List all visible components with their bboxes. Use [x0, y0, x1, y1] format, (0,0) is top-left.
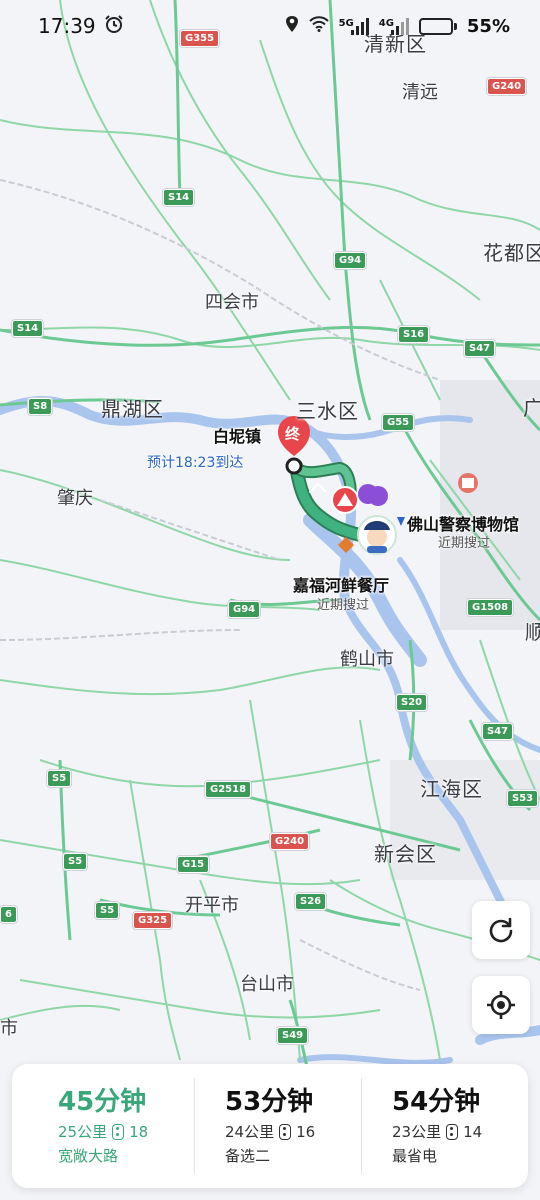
route-option-1[interactable]: 45分钟 25公里 18 宽敞大路: [12, 1078, 194, 1174]
road-shield: S16: [398, 326, 430, 343]
signal-4g: 4G: [379, 17, 409, 35]
road-shield: G15: [177, 856, 210, 873]
place-label-kaiping: 开平市: [185, 895, 239, 916]
road-shield: 6: [0, 906, 17, 923]
route-meta: 24公里 16: [225, 1122, 361, 1142]
road-shield: S47: [482, 723, 514, 740]
route-lights: 18: [129, 1123, 149, 1141]
route-tag: 最省电: [392, 1147, 438, 1165]
locate-icon: [487, 991, 515, 1019]
road-shield: S49: [277, 1027, 309, 1044]
alarm-icon: [104, 14, 124, 39]
route-options-card: 45分钟 25公里 18 宽敞大路 53分钟 24公里 16 备选二 54分钟 …: [12, 1064, 528, 1188]
route-distance: 23公里: [392, 1123, 442, 1141]
route-meta: 25公里 18: [58, 1122, 194, 1142]
road-shield: S5: [63, 853, 88, 870]
road-shield: S47: [464, 340, 496, 357]
road-shield: S14: [163, 189, 195, 206]
route-meta: 23公里 14: [392, 1122, 528, 1142]
place-label-heshan: 鹤山市: [340, 649, 394, 670]
map-roads: [0, 0, 540, 1200]
route-distance: 25公里: [58, 1123, 108, 1141]
road-shield: G2518: [205, 781, 252, 798]
road-shield: G325: [133, 912, 173, 929]
place-label-xinhui: 新会区: [374, 842, 437, 866]
wifi-icon: [308, 15, 329, 37]
signal-5g: 5G: [339, 17, 369, 35]
place-label-zhaoqing: 肇庆: [57, 488, 93, 509]
map-canvas[interactable]: 清新区 清远 花都区 四会市 鼎湖区 三水区 肇庆 鹤山市 江海区 新会区 开平…: [0, 0, 540, 1200]
poi-sub-restaurant: 近期搜过: [317, 598, 370, 613]
battery-percent: 55%: [466, 15, 510, 37]
poi-title-restaurant[interactable]: 嘉福河鲜餐厅: [293, 572, 389, 596]
location-icon: [285, 15, 299, 38]
route-lights: 14: [463, 1123, 483, 1141]
route-tag: 宽敞大路: [58, 1147, 119, 1165]
road-shield: G240: [487, 78, 527, 95]
route-distance: 24公里: [225, 1123, 275, 1141]
destination-marker-label: 终: [285, 425, 301, 443]
traffic-light-icon: [279, 1124, 292, 1140]
place-label-shi: 市: [0, 1018, 18, 1039]
road-shield: S14: [12, 320, 44, 337]
destination-eta: 预计18:23到达: [147, 455, 244, 471]
route-option-3[interactable]: 54分钟 23公里 14 最省电: [361, 1078, 528, 1174]
place-label-guang: 广: [523, 396, 540, 420]
place-label-taishan: 台山市: [240, 974, 294, 995]
road-shield: S20: [396, 694, 428, 711]
traffic-light-icon: [112, 1124, 125, 1140]
route-time: 45分钟: [58, 1087, 147, 1117]
road-shield: G55: [382, 414, 415, 431]
road-shield: S53: [507, 790, 539, 807]
place-label-jianghai: 江海区: [420, 777, 483, 801]
place-label-huadu: 花都区: [483, 241, 540, 265]
route-tag: 备选二: [225, 1147, 271, 1165]
route-option-2[interactable]: 53分钟 24公里 16 备选二: [194, 1078, 361, 1174]
road-shield: S26: [295, 893, 327, 910]
status-bar: 17:39 5G 4G 55%: [0, 0, 540, 52]
place-label-dinghu: 鼎湖区: [101, 397, 164, 421]
road-shield: G1508: [467, 599, 514, 616]
battery-icon: [418, 17, 457, 35]
refresh-button[interactable]: [472, 901, 530, 959]
destination-name[interactable]: 白坭镇: [213, 423, 261, 447]
place-label-sihui: 四会市: [205, 292, 259, 313]
traffic-light-icon: [446, 1124, 459, 1140]
route-time: 53分钟: [225, 1087, 314, 1117]
place-label-shun: 顺: [525, 620, 540, 644]
road-shield: S5: [47, 770, 72, 787]
locate-button[interactable]: [472, 976, 530, 1034]
route-time: 54分钟: [392, 1087, 481, 1117]
refresh-icon: [489, 917, 513, 943]
route-lights: 16: [296, 1123, 316, 1141]
status-time: 17:39: [38, 14, 96, 38]
road-shield: G240: [270, 833, 310, 850]
poi-sub-police-museum: 近期搜过: [438, 536, 491, 551]
place-label-qingyuan: 清远: [402, 82, 438, 103]
road-shield: S5: [95, 902, 120, 919]
road-shield: G94: [228, 601, 261, 618]
road-shield: G94: [334, 252, 367, 269]
road-shield: S8: [28, 398, 53, 415]
place-label-sanshui: 三水区: [296, 399, 359, 423]
